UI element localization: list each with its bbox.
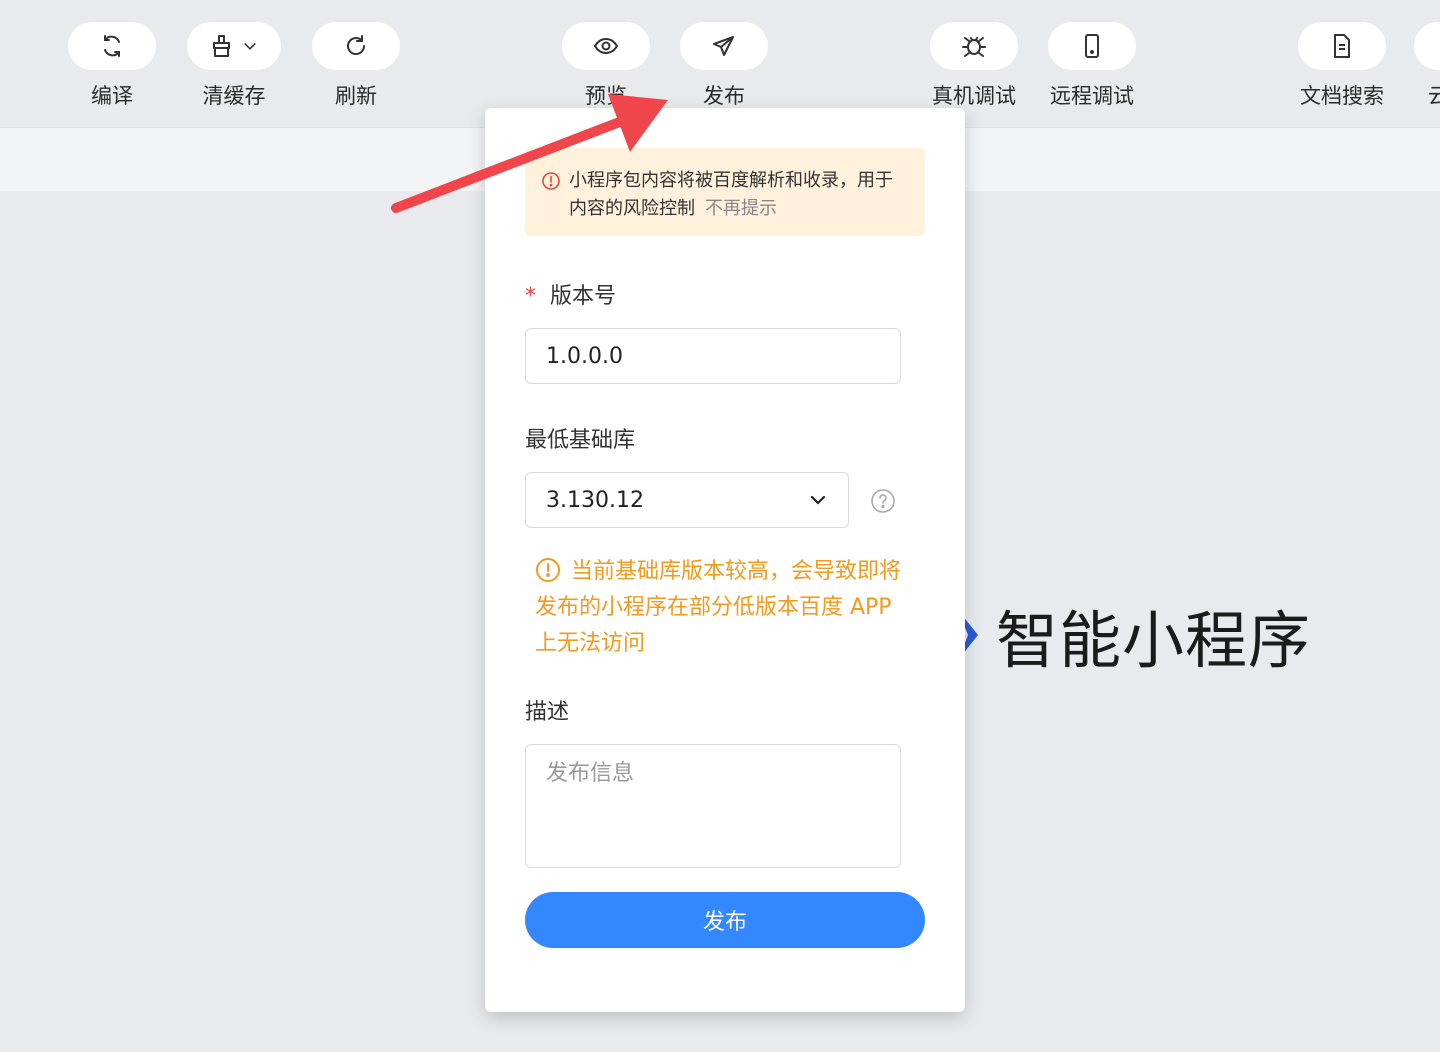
device-debug-button[interactable]: 真机调试 [926, 22, 1022, 110]
phone-icon [1085, 34, 1099, 58]
remote-debug-label: 远程调试 [1050, 84, 1134, 108]
chevron-down-icon [810, 495, 826, 505]
annotation-arrow [391, 94, 668, 213]
preview-eye-icon [593, 37, 619, 55]
clear-cache-button[interactable]: 清缓存 [186, 22, 282, 110]
brand-text: 智能小程序 [996, 604, 1312, 677]
compile-label: 编译 [91, 84, 133, 108]
chevron-down-icon [244, 43, 256, 50]
bug-icon [962, 37, 986, 57]
description-label: 描述 [525, 700, 570, 725]
dismiss-link[interactable]: 不再提示 [705, 198, 777, 219]
version-label: * 版本号 [525, 278, 616, 310]
base-lib-warning: 当前基础库版本较高，会导致即将发布的小程序在部分低版本百度 APP 上无法访问 [535, 554, 915, 662]
publish-send-icon [713, 36, 734, 56]
doc-search-label: 文档搜索 [1300, 84, 1384, 108]
refresh-icon [347, 35, 366, 55]
base-lib-select[interactable]: 3.130.12 [525, 472, 849, 528]
required-mark: * [525, 284, 536, 309]
description-textarea[interactable]: 发布信息 [525, 744, 901, 868]
publish-label: 发布 [703, 84, 745, 108]
cloud-label: 云 [1428, 84, 1440, 108]
base-lib-label: 最低基础库 [525, 428, 636, 453]
device-debug-label: 真机调试 [932, 84, 1016, 108]
warning-text: 当前基础库版本较高，会导致即将发布的小程序在部分低版本百度 APP 上无法访问 [535, 559, 902, 656]
version-input[interactable]: 1.0.0.0 [525, 328, 901, 384]
base-lib-value: 3.130.12 [546, 487, 644, 513]
clear-cache-icon [213, 35, 230, 57]
warning-circle-icon [536, 558, 560, 582]
cloud-button[interactable]: 云 [1414, 22, 1440, 110]
remote-debug-button[interactable]: 远程调试 [1044, 22, 1140, 110]
doc-search-button[interactable]: 文档搜索 [1294, 22, 1390, 110]
version-label-text: 版本号 [550, 284, 617, 309]
help-icon[interactable] [870, 488, 896, 514]
clear-cache-label: 清缓存 [202, 84, 266, 108]
publish-submit-button[interactable]: 发布 [525, 892, 925, 948]
compile-button[interactable]: 编译 [64, 22, 160, 110]
publish-dialog: 小程序包内容将被百度解析和收录，用于内容的风险控制 不再提示 * 版本号 1.0.0… [485, 108, 965, 1012]
publish-button[interactable]: 发布 [676, 22, 772, 110]
compile-icon [104, 35, 120, 57]
brand-logo: 智能小程序 [958, 590, 1311, 680]
document-icon [1334, 34, 1350, 58]
